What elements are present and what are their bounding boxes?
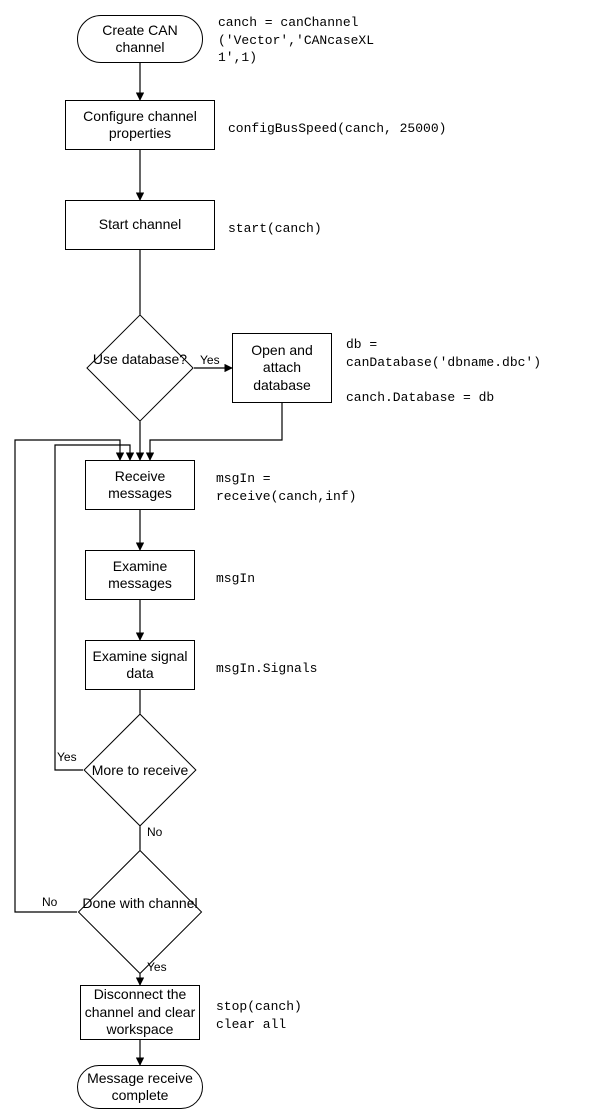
node-start: Start channel — [65, 200, 215, 250]
code-config: configBusSpeed(canch, 25000) — [228, 120, 446, 138]
code-start: start(canch) — [228, 220, 322, 238]
code-receive: msgIn = receive(canch,inf) — [216, 470, 356, 505]
node-label: Use database? — [93, 351, 187, 367]
node-examine-messages: Examine messages — [85, 550, 195, 600]
node-receive: Receive messages — [85, 460, 195, 510]
node-open-database: Open and attach database — [232, 333, 332, 403]
code-opendb: db = canDatabase('dbname.dbc') canch.Dat… — [346, 336, 541, 406]
code-exam-msg: msgIn — [216, 570, 255, 588]
node-create-channel: Create CAN channel — [77, 15, 203, 63]
edge-done-yes: Yes — [147, 960, 167, 974]
node-label: Examine messages — [86, 558, 194, 593]
node-label: Open and attach database — [233, 342, 331, 395]
node-label: Done with channel — [82, 895, 197, 911]
node-label: Message receive complete — [78, 1070, 202, 1105]
node-complete: Message receive complete — [77, 1065, 203, 1109]
edge-done-no: No — [42, 895, 57, 909]
node-configure: Configure channel properties — [65, 100, 215, 150]
node-label: Start channel — [99, 216, 182, 234]
edge-more-yes: Yes — [57, 750, 77, 764]
node-label: Examine signal data — [86, 648, 194, 683]
code-disconnect: stop(canch) clear all — [216, 998, 302, 1033]
node-label: Receive messages — [86, 468, 194, 503]
node-label: Configure channel properties — [66, 108, 214, 143]
node-label: More to receive — [92, 762, 188, 778]
node-label: Disconnect the channel and clear workspa… — [81, 986, 199, 1039]
node-disconnect: Disconnect the channel and clear workspa… — [80, 985, 200, 1040]
node-examine-signal: Examine signal data — [85, 640, 195, 690]
node-label: Create CAN channel — [78, 22, 202, 57]
code-create: canch = canChannel ('Vector','CANcaseXL … — [218, 14, 374, 67]
edge-usedb-yes: Yes — [200, 353, 220, 367]
code-exam-sig: msgIn.Signals — [216, 660, 317, 678]
edge-more-no: No — [147, 825, 162, 839]
